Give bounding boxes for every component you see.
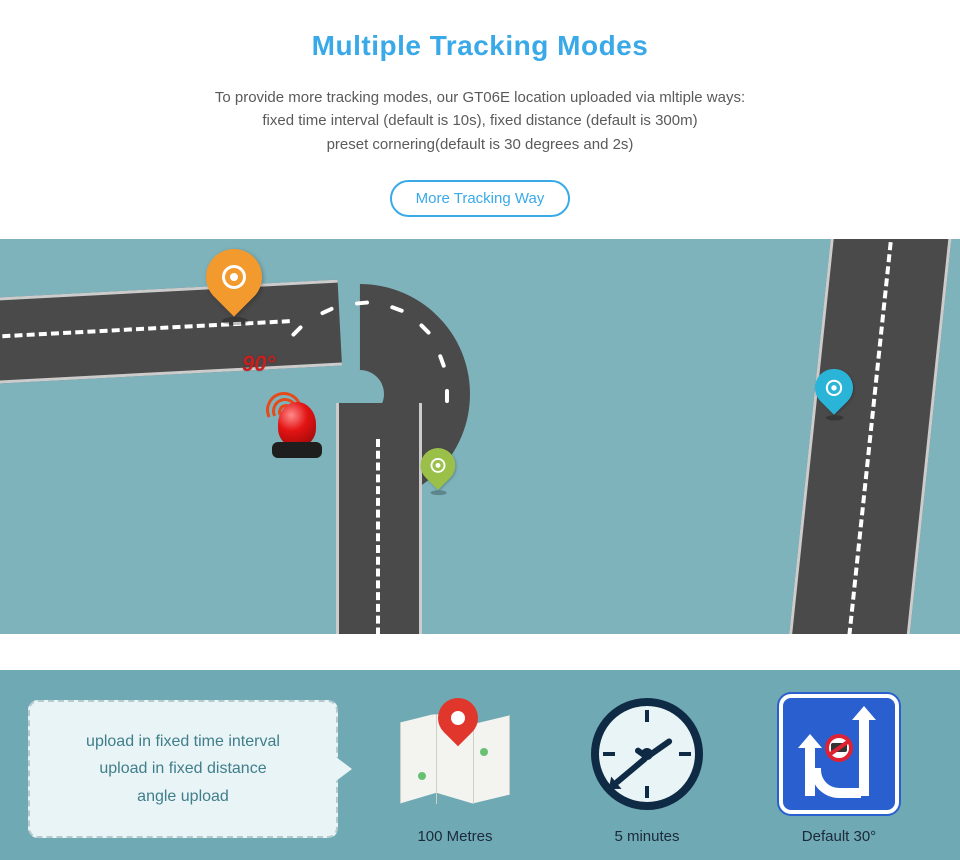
metric-caption: 5 minutes [614,828,679,845]
corner-angle-label: 90° [242,351,275,377]
map-pin-icon [395,694,515,814]
description: To provide more tracking modes, our GT06… [0,86,960,156]
description-line: To provide more tracking modes, our GT06… [0,86,960,109]
callout-line: upload in fixed distance [58,755,308,782]
page-title: Multiple Tracking Modes [0,30,960,62]
location-pin-blue-icon [815,369,853,419]
callout-line: upload in fixed time interval [58,728,308,755]
road-sign-icon [779,694,899,814]
metric-distance: 100 Metres [380,694,530,845]
location-pin-green-icon [421,448,456,494]
metric-caption: Default 30° [802,828,876,845]
metric-caption: 100 Metres [417,828,492,845]
siren-alarm-icon [266,394,328,458]
callout-line: angle upload [58,783,308,810]
metric-time: 5 minutes [572,694,722,845]
location-pin-orange-icon [206,249,262,323]
description-line: fixed time interval (default is 10s), fi… [0,109,960,132]
upload-modes-callout: upload in fixed time interval upload in … [28,700,338,838]
header: Multiple Tracking Modes To provide more … [0,0,960,217]
metric-angle: Default 30° [764,694,914,845]
road-map-illustration: 90° [0,239,960,634]
more-tracking-way-button[interactable]: More Tracking Way [390,180,571,217]
footer-strip: upload in fixed time interval upload in … [0,670,960,860]
description-line: preset cornering(default is 30 degrees a… [0,133,960,156]
clock-icon [587,694,707,814]
